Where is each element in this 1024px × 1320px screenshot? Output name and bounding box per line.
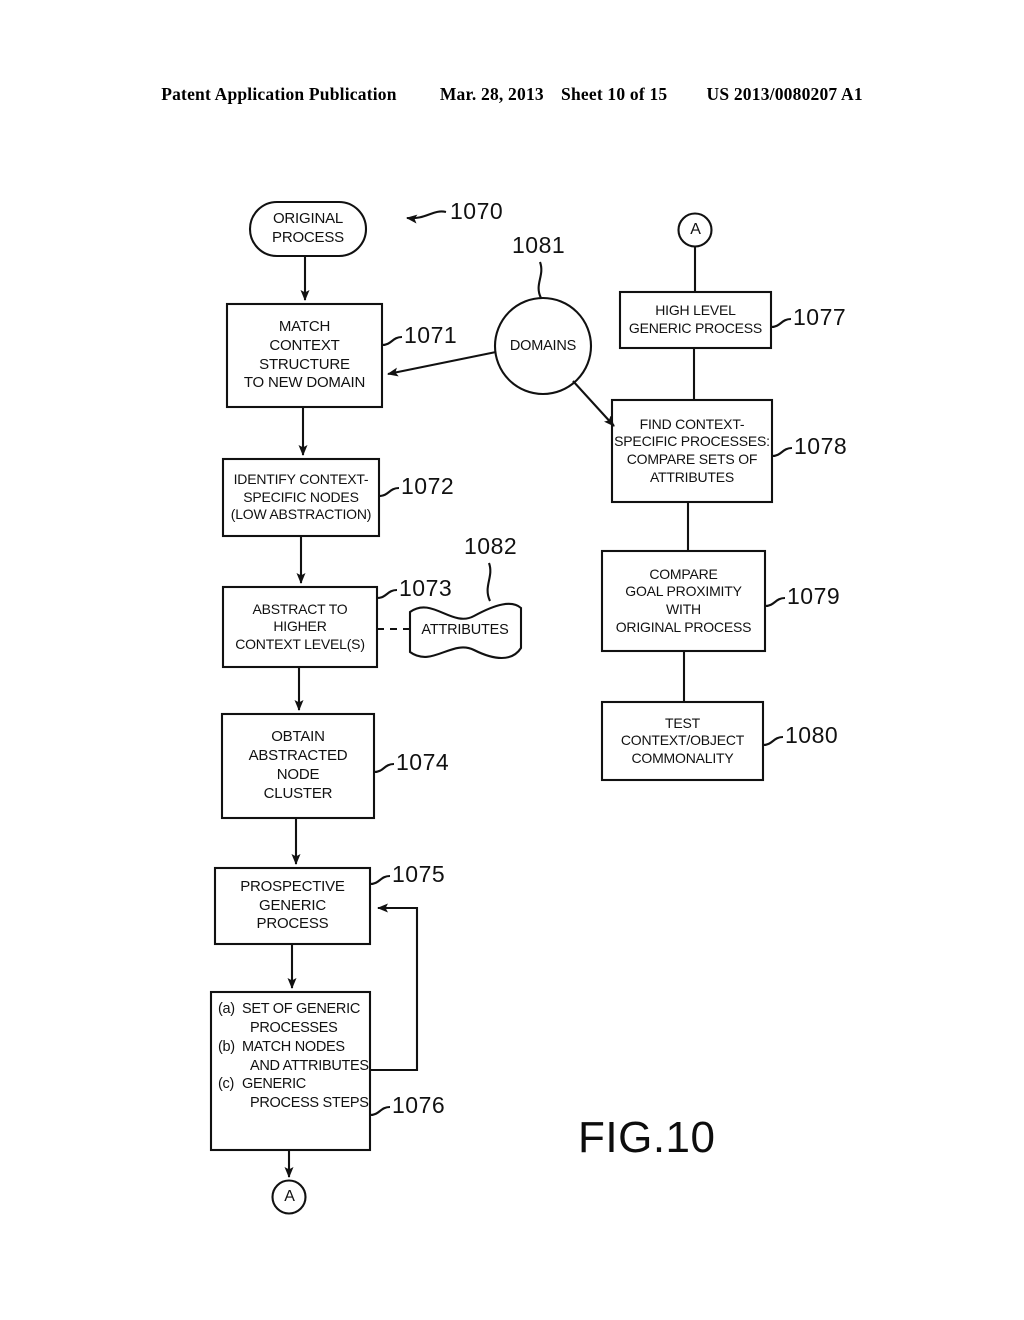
figure-caption: FIG.10 xyxy=(578,1113,716,1162)
shape-match-context xyxy=(225,302,384,409)
generic-list-marker: (b) xyxy=(218,1038,235,1055)
leader-1073 xyxy=(376,588,398,600)
leader-1080 xyxy=(762,735,784,747)
generic-list-marker: (c) xyxy=(218,1076,235,1093)
feedback-loop-list-to-prospective xyxy=(370,903,419,1072)
ref-numeral-1080: 1080 xyxy=(785,722,839,748)
ref-numeral-1082: 1082 xyxy=(464,533,518,559)
shape-find-context-specific xyxy=(610,398,774,504)
ref-numeral-1081: 1081 xyxy=(512,232,566,258)
leader-1076 xyxy=(369,1105,391,1117)
leader-1078 xyxy=(771,446,793,458)
arrow-domains-to-match-context xyxy=(387,350,497,377)
generic-list-item: (a) SET OF GENERIC xyxy=(218,1000,370,1019)
leader-1075 xyxy=(369,874,391,886)
leader-1077 xyxy=(770,317,792,329)
leader-1072 xyxy=(378,486,400,498)
shape-test-commonality xyxy=(600,700,765,782)
generic-list-text: SET OF GENERIC xyxy=(242,1001,360,1017)
leader-1074 xyxy=(373,762,395,774)
generic-list-text: GENERIC xyxy=(242,1076,306,1093)
shape-domains xyxy=(493,296,593,396)
shape-compare-goal xyxy=(600,549,767,653)
leader-1071 xyxy=(381,335,403,347)
generic-list-item: (c) GENERIC xyxy=(218,1075,370,1094)
shape-obtain-cluster xyxy=(220,712,376,820)
ref-numeral-1073: 1073 xyxy=(399,575,453,601)
shape-attributes xyxy=(408,602,523,660)
ref-numeral-1079: 1079 xyxy=(787,583,841,609)
leader-1081 xyxy=(537,261,543,299)
leader-1070 xyxy=(406,210,447,224)
ref-numeral-1077: 1077 xyxy=(793,304,847,330)
shape-abstract-higher xyxy=(221,585,379,669)
generic-list-item-continuation: PROCESSES xyxy=(250,1019,338,1036)
leader-1079 xyxy=(764,596,786,608)
node-generic-list-label: (a) SET OF GENERIC PROCESSES (b) MATCH NODES… xyxy=(218,1000,370,1113)
ref-numeral-1078: 1078 xyxy=(794,433,848,459)
shape-original-process xyxy=(248,200,368,258)
ref-numeral-1074: 1074 xyxy=(396,749,450,775)
arrow-domains-to-find-context xyxy=(572,380,615,427)
ref-numeral-1070: 1070 xyxy=(450,198,504,224)
shape-prospective-generic xyxy=(213,866,372,946)
shape-high-level-generic xyxy=(618,290,773,350)
flowchart-graphics xyxy=(209,200,793,1215)
generic-list-item-continuation: AND ATTRIBUTES xyxy=(250,1057,369,1074)
connector-circle-bottom-left xyxy=(271,1179,307,1215)
ref-numeral-1076: 1076 xyxy=(392,1092,446,1118)
generic-list-text: MATCH NODES xyxy=(242,1038,345,1055)
leader-1082 xyxy=(486,562,492,602)
shape-identify-nodes xyxy=(221,457,381,538)
ref-numeral-1075: 1075 xyxy=(392,861,446,887)
ref-numeral-1071: 1071 xyxy=(404,322,458,348)
generic-list-item-continuation: PROCESS STEPS xyxy=(250,1095,369,1112)
generic-list-marker: (a) xyxy=(218,1001,235,1017)
connector-circle-top-right xyxy=(677,212,713,248)
ref-numeral-1072: 1072 xyxy=(401,473,455,499)
patent-figure-10: ORIGINAL PROCESS MATCH CONTEXT STRUCTURE… xyxy=(0,0,1024,1320)
generic-list-item: (b) MATCH NODES xyxy=(218,1038,370,1057)
